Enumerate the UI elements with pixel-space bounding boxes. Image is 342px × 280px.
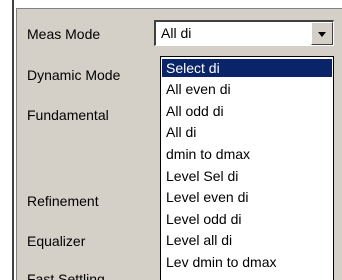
panel-left-border: [0, 0, 17, 280]
dropdown-option[interactable]: dmin to dmax: [162, 145, 332, 163]
chevron-down-icon: [318, 32, 326, 37]
meas-mode-select-value: All di: [161, 25, 192, 41]
meas-mode-label: Meas Mode: [27, 26, 101, 42]
dropdown-option[interactable]: Level even di: [162, 188, 332, 206]
panel-top-border: [16, 0, 342, 9]
refinement-label: Refinement: [27, 193, 99, 209]
dropdown-toggle-button[interactable]: [311, 22, 333, 45]
equalizer-label: Equalizer: [27, 233, 86, 249]
dropdown-option[interactable]: All di: [162, 123, 332, 141]
settings-panel: Meas Mode Dynamic Mode Fundamental Refin…: [0, 0, 342, 280]
panel-border-line: [12, 0, 14, 280]
fundamental-label: Fundamental: [27, 107, 109, 123]
dropdown-option[interactable]: Lev dmin to dmax: [162, 253, 332, 271]
dropdown-option[interactable]: Select di: [162, 59, 332, 77]
meas-mode-dropdown-list[interactable]: Select di All even di All odd di All di …: [160, 56, 334, 280]
fast-settling-label: Fast Settling: [27, 271, 105, 280]
dropdown-option[interactable]: Level all di: [162, 231, 332, 249]
dropdown-option[interactable]: All odd di: [162, 102, 332, 120]
dynamic-mode-label: Dynamic Mode: [27, 67, 121, 83]
dropdown-option[interactable]: All even di: [162, 80, 332, 98]
dropdown-option[interactable]: Level odd di: [162, 210, 332, 228]
dropdown-option[interactable]: Level Sel di: [162, 167, 332, 185]
meas-mode-select[interactable]: All di: [154, 20, 334, 46]
